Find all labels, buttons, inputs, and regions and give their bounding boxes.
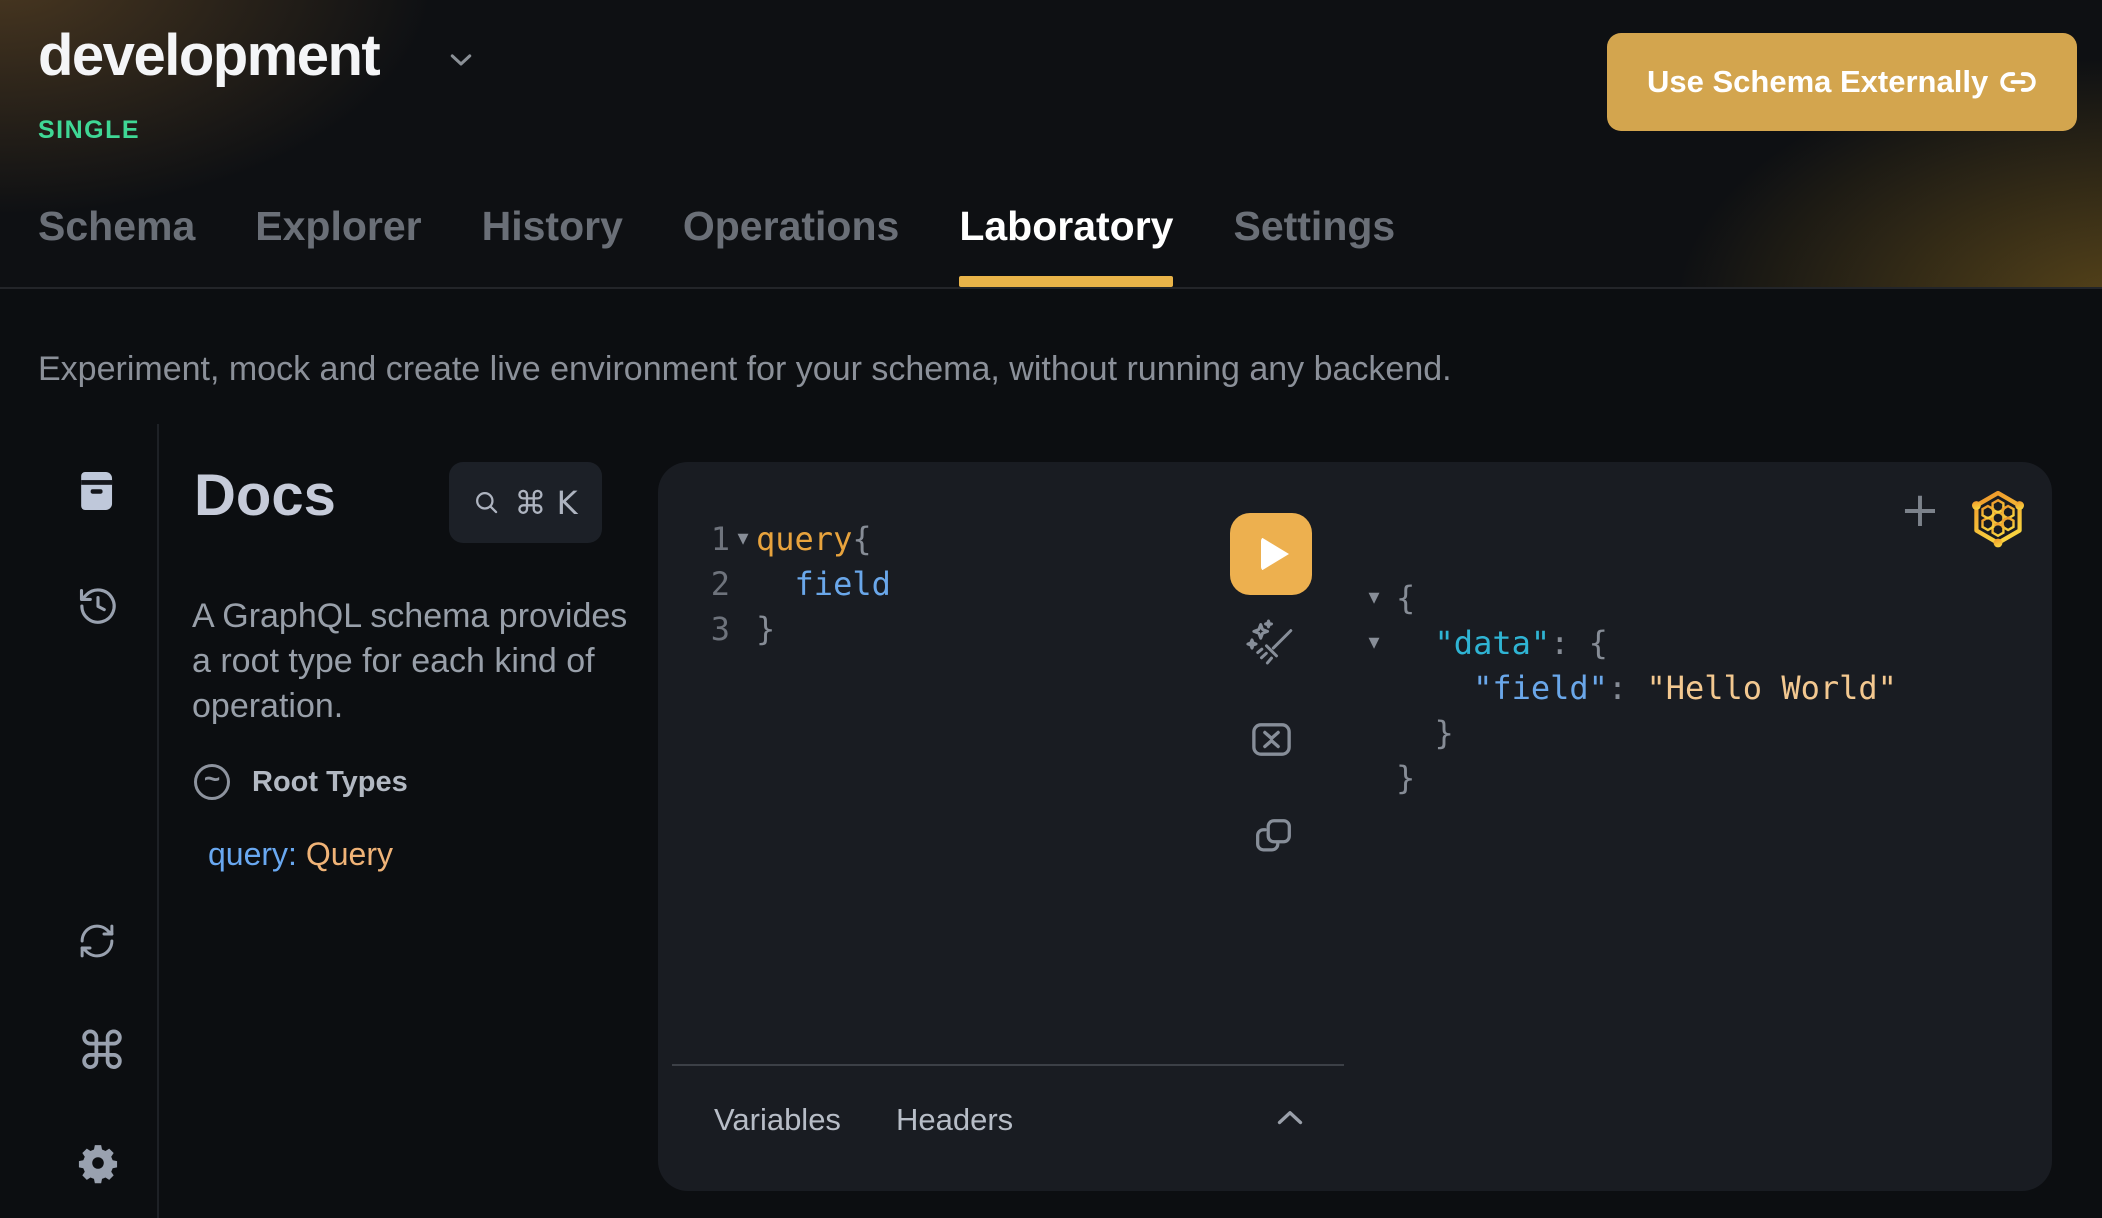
execute-query-button[interactable] bbox=[1230, 513, 1312, 595]
target-switcher-dropdown[interactable] bbox=[444, 44, 478, 74]
chevron-down-icon bbox=[444, 44, 478, 74]
command-icon: ⌘ bbox=[76, 1022, 128, 1082]
search-icon bbox=[473, 489, 500, 516]
docs-description: A GraphQL schema provides a root type fo… bbox=[192, 594, 628, 729]
page-subtitle: Experiment, mock and create live environ… bbox=[38, 350, 1452, 389]
gear-icon bbox=[77, 1142, 119, 1184]
docs-panel-button[interactable] bbox=[78, 468, 116, 519]
tab-settings[interactable]: Settings bbox=[1233, 203, 1395, 287]
play-icon bbox=[1261, 537, 1289, 571]
tab-variables[interactable]: Variables bbox=[714, 1102, 841, 1138]
editor-footer-divider bbox=[672, 1064, 1344, 1066]
shortcuts-button[interactable]: ⌘ bbox=[76, 1026, 128, 1078]
tab-laboratory[interactable]: Laboratory bbox=[959, 203, 1173, 287]
docs-panel-title: Docs bbox=[194, 462, 336, 529]
prettify-sparkle-icon bbox=[1244, 618, 1296, 670]
top-nav-tabs: Schema Explorer History Operations Labor… bbox=[38, 191, 1395, 287]
root-types-icon: ~ bbox=[194, 764, 230, 800]
copy-icon bbox=[1250, 814, 1296, 860]
tab-operations[interactable]: Operations bbox=[683, 203, 899, 287]
laboratory-page: development SINGLE Use Schema Externally… bbox=[0, 0, 2102, 1218]
root-types-label: Root Types bbox=[252, 766, 408, 799]
env-type-badge: SINGLE bbox=[38, 116, 140, 145]
add-tab-button[interactable]: + bbox=[1896, 488, 1944, 536]
reload-schema-button[interactable] bbox=[76, 920, 118, 967]
rail-divider bbox=[157, 424, 159, 1218]
merge-icon bbox=[1248, 716, 1295, 763]
collapse-editor-tools-button[interactable] bbox=[1272, 1106, 1308, 1135]
tab-headers[interactable]: Headers bbox=[896, 1102, 1013, 1138]
chevron-up-icon bbox=[1272, 1106, 1308, 1130]
root-type-query-link[interactable]: query: Query bbox=[208, 836, 393, 873]
tab-schema[interactable]: Schema bbox=[38, 203, 195, 287]
prettify-button[interactable] bbox=[1244, 618, 1296, 675]
link-icon bbox=[1999, 63, 2037, 101]
page-header: development SINGLE Use Schema Externally… bbox=[0, 0, 2102, 289]
query-editor[interactable]: 1▾query{2 field3} bbox=[684, 516, 891, 651]
target-name-title: development bbox=[38, 22, 379, 89]
merge-fragments-button[interactable] bbox=[1248, 716, 1295, 768]
root-type-name[interactable]: Query bbox=[306, 836, 393, 872]
copy-query-button[interactable] bbox=[1250, 814, 1296, 865]
use-schema-externally-label: Use Schema Externally bbox=[1647, 64, 1988, 100]
book-icon bbox=[78, 468, 116, 514]
history-panel-button[interactable] bbox=[76, 584, 120, 633]
root-field-separator: : bbox=[288, 836, 306, 872]
response-viewer: ▾{▾ "data": { "field": "Hello World" }} bbox=[1352, 575, 1897, 800]
history-icon bbox=[76, 584, 120, 628]
root-types-section-header[interactable]: ~ Root Types bbox=[194, 764, 408, 800]
use-schema-externally-button[interactable]: Use Schema Externally bbox=[1607, 33, 2077, 131]
tab-explorer[interactable]: Explorer bbox=[255, 203, 421, 287]
lab-settings-button[interactable] bbox=[77, 1142, 119, 1189]
search-shortcut-label: ⌘ K bbox=[514, 484, 577, 522]
docs-search-button[interactable]: ⌘ K bbox=[449, 462, 602, 543]
refresh-icon bbox=[76, 920, 118, 962]
tab-history[interactable]: History bbox=[482, 203, 623, 287]
hive-logo-icon[interactable] bbox=[1966, 486, 2030, 555]
root-field-name: query bbox=[208, 836, 288, 872]
